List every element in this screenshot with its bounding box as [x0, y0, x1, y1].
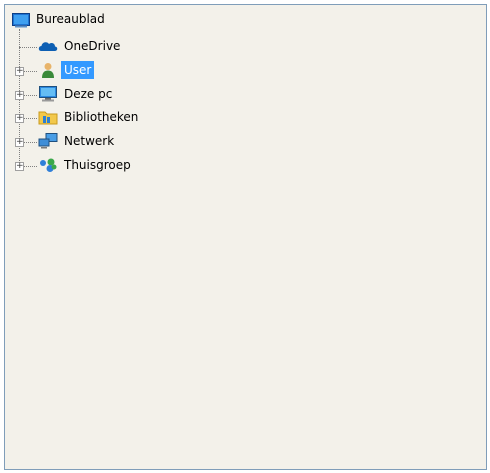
tree-root-label: Bureaublad	[36, 12, 105, 26]
network-icon	[38, 133, 58, 149]
expand-toggle[interactable]: +	[15, 67, 24, 76]
tree-item-label: OneDrive	[64, 39, 121, 53]
tree-item-label: User	[61, 61, 95, 79]
tree-item-label: Deze pc	[64, 87, 113, 101]
library-folder-icon	[38, 109, 58, 125]
tree-item-netwerk[interactable]: + Netwerk	[5, 131, 205, 151]
computer-icon	[38, 86, 58, 102]
expand-toggle[interactable]: +	[15, 162, 24, 171]
tree-item-deze-pc[interactable]: + Deze pc	[5, 84, 205, 104]
user-icon	[38, 62, 58, 78]
tree-item-label: Netwerk	[64, 134, 115, 148]
tree-item-bibliotheken[interactable]: + Bibliotheken	[5, 107, 205, 127]
tree-item-thuisgroep[interactable]: + Thuisgroep	[5, 155, 205, 175]
tree-item-label: Thuisgroep	[64, 158, 131, 172]
tree-item-onedrive[interactable]: OneDrive	[5, 36, 205, 56]
desktop-icon	[11, 12, 31, 28]
tree-item-label: Bibliotheken	[64, 110, 139, 124]
folder-tree-panel[interactable]: Bureaublad OneDrive + User + Deze pc + B…	[4, 4, 487, 470]
expand-toggle[interactable]: +	[15, 114, 24, 123]
expand-toggle[interactable]: +	[15, 91, 24, 100]
cloud-icon	[38, 38, 58, 54]
expand-toggle[interactable]: +	[15, 138, 24, 147]
tree-item-user[interactable]: + User	[5, 60, 205, 80]
homegroup-icon	[38, 157, 58, 173]
